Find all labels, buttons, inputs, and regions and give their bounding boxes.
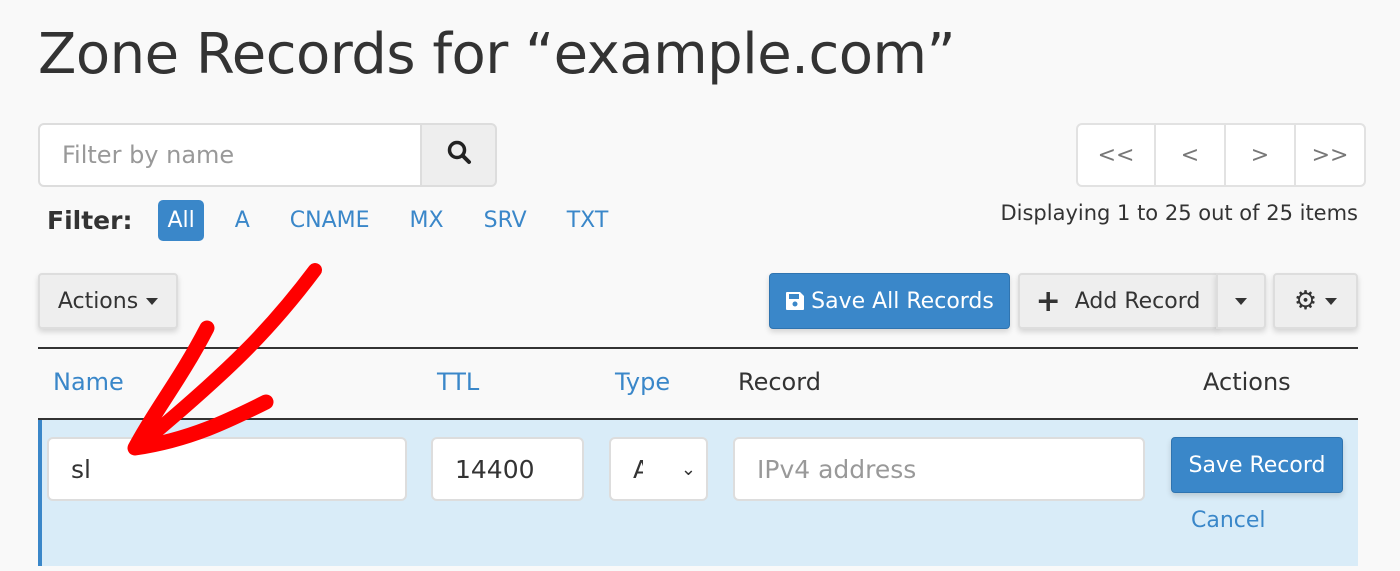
red-arrow-annotation [127, 263, 322, 456]
